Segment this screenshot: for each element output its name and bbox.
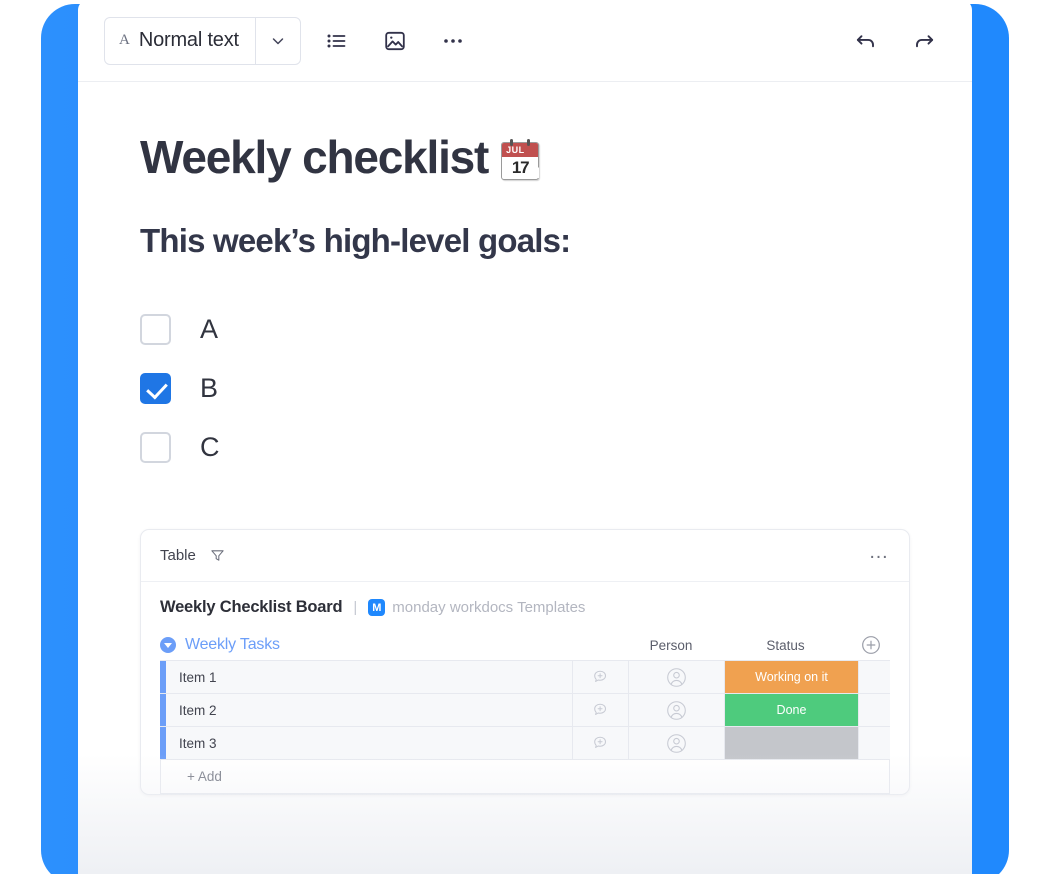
checklist-checkbox-b[interactable] bbox=[140, 373, 171, 404]
cell-item-name[interactable]: Item 2 bbox=[166, 694, 573, 726]
goals-checklist: A B C bbox=[140, 300, 946, 477]
checklist-label-c: C bbox=[200, 432, 220, 462]
column-header-person[interactable]: Person bbox=[623, 638, 719, 653]
person-avatar-icon[interactable] bbox=[629, 661, 725, 693]
screenshot-root: A Normal text Weekly checklist JUL 17 Th… bbox=[0, 0, 1050, 874]
board-owner-label: monday workdocs Templates bbox=[392, 599, 586, 616]
board-name: Weekly Checklist Board bbox=[160, 598, 343, 616]
page-title-text: Weekly checklist bbox=[140, 131, 489, 183]
checklist-item: A bbox=[140, 300, 946, 359]
row-tail bbox=[858, 661, 890, 693]
add-row-label[interactable]: + Add bbox=[167, 769, 222, 784]
add-column-icon[interactable] bbox=[852, 635, 890, 655]
widget-header: Table … bbox=[141, 530, 909, 582]
cell-status[interactable]: Working on it bbox=[725, 661, 858, 693]
page-title: Weekly checklist JUL 17 bbox=[140, 130, 946, 184]
collapse-group-icon[interactable] bbox=[160, 637, 176, 653]
cell-status[interactable]: Done bbox=[725, 694, 858, 726]
add-comment-icon[interactable] bbox=[573, 727, 629, 759]
board-meta-separator: | bbox=[353, 599, 358, 616]
cell-item-name[interactable]: Item 3 bbox=[166, 727, 573, 759]
page-subtitle: This week’s high-level goals: bbox=[140, 222, 571, 259]
cell-status[interactable] bbox=[725, 727, 858, 759]
text-style-current[interactable]: A Normal text bbox=[105, 18, 255, 64]
table-row[interactable]: Item 3 bbox=[160, 726, 890, 760]
text-style-label: Normal text bbox=[138, 29, 239, 51]
checklist-item: C bbox=[140, 418, 946, 477]
text-style-A-icon: A bbox=[119, 32, 130, 48]
undo-icon[interactable] bbox=[844, 19, 888, 63]
person-avatar-icon[interactable] bbox=[629, 727, 725, 759]
checklist-checkbox-a[interactable] bbox=[140, 314, 171, 345]
add-comment-icon[interactable] bbox=[573, 694, 629, 726]
text-style-dropdown[interactable]: A Normal text bbox=[104, 16, 301, 65]
board-rows: Item 1 Working on it Item 2 Done Item 3 … bbox=[141, 660, 909, 794]
row-tail bbox=[858, 727, 890, 759]
calendar-emoji-month: JUL bbox=[506, 145, 525, 155]
widget-more-options-icon[interactable]: … bbox=[869, 542, 891, 565]
checklist-item: B bbox=[140, 359, 946, 418]
add-row-button[interactable]: + Add bbox=[160, 759, 890, 794]
board-group-title: Weekly Tasks bbox=[185, 636, 280, 653]
redo-icon[interactable] bbox=[902, 19, 946, 63]
checklist-label-b: B bbox=[200, 373, 218, 403]
workspace-avatar: M bbox=[368, 599, 386, 616]
cell-item-name[interactable]: Item 1 bbox=[166, 661, 573, 693]
filter-funnel-icon[interactable] bbox=[210, 548, 225, 563]
table-row[interactable]: Item 2 Done bbox=[160, 693, 890, 727]
image-icon[interactable] bbox=[373, 19, 417, 63]
more-options-icon[interactable] bbox=[431, 19, 475, 63]
widget-view-label: Table bbox=[160, 547, 196, 564]
person-avatar-icon[interactable] bbox=[629, 694, 725, 726]
add-comment-icon[interactable] bbox=[573, 661, 629, 693]
board-group-header: Weekly Tasks Person Status bbox=[141, 629, 909, 661]
chevron-down-icon[interactable] bbox=[256, 18, 300, 64]
editor-toolbar: A Normal text bbox=[78, 0, 972, 82]
row-tail bbox=[858, 694, 890, 726]
calendar-emoji: JUL 17 bbox=[498, 138, 542, 182]
embedded-board-widget: Table … Weekly Checklist Board | M monda… bbox=[140, 529, 910, 795]
board-meta: Weekly Checklist Board | M monday workdo… bbox=[141, 582, 909, 629]
table-row[interactable]: Item 1 Working on it bbox=[160, 660, 890, 694]
document-card: A Normal text Weekly checklist JUL 17 Th… bbox=[78, 0, 972, 874]
document-body: Weekly checklist JUL 17 This week’s high… bbox=[78, 130, 972, 795]
bulleted-list-icon[interactable] bbox=[315, 19, 359, 63]
checklist-checkbox-c[interactable] bbox=[140, 432, 171, 463]
checklist-label-a: A bbox=[200, 314, 218, 344]
column-header-status[interactable]: Status bbox=[719, 638, 852, 653]
